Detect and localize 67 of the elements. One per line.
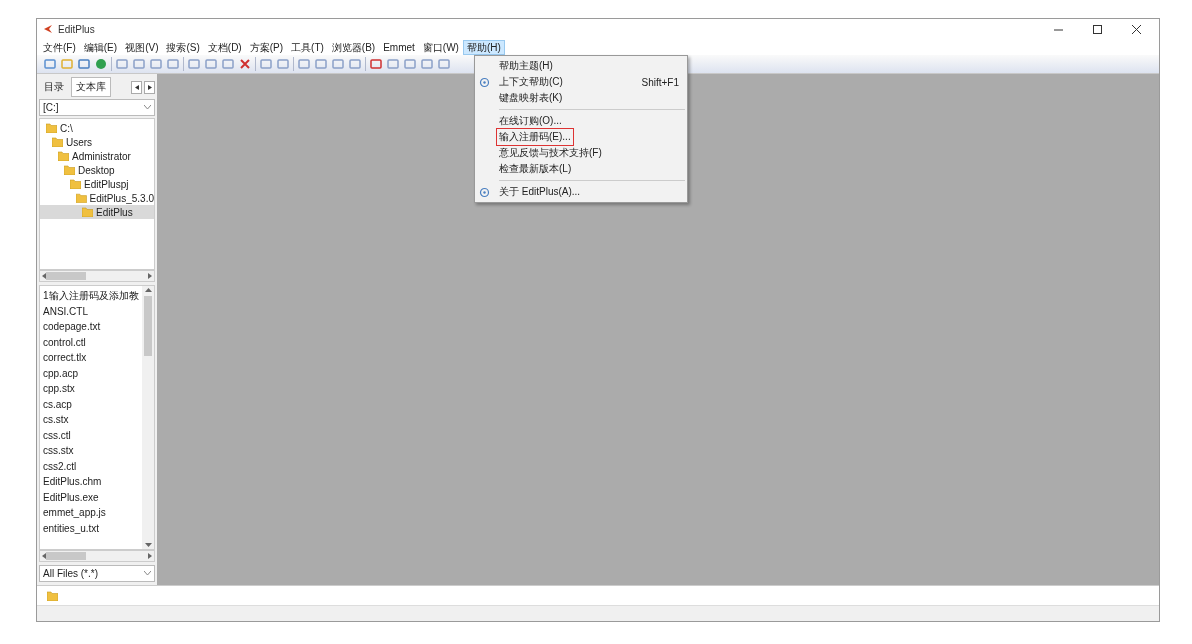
sidebar-tab[interactable]: 目录: [39, 77, 69, 97]
left-arrow-icon: [42, 273, 46, 279]
app-icon: [43, 24, 53, 34]
file-item[interactable]: cpp.acp: [43, 365, 142, 381]
menu-item[interactable]: 编辑(E): [79, 39, 122, 55]
scrollbar-thumb[interactable]: [144, 296, 152, 356]
vertical-scrollbar[interactable]: [142, 286, 154, 549]
sidebar-tab[interactable]: 文本库: [71, 77, 111, 97]
file-item[interactable]: 1输入注册码及添加教: [43, 288, 142, 304]
menu-item[interactable]: 浏览器(B): [327, 39, 380, 55]
file-item[interactable]: emmet_app.js: [43, 505, 142, 521]
left-arrow-icon: [42, 553, 46, 559]
file-item[interactable]: cs.stx: [43, 412, 142, 428]
tree-item[interactable]: Administrator: [40, 149, 154, 163]
menu-item[interactable]: 上下文帮助(C) Shift+F1: [475, 74, 687, 90]
drive-dropdown[interactable]: [C:]: [39, 99, 155, 116]
close-icon[interactable]: [238, 57, 252, 71]
right-arrow-icon: [147, 84, 152, 90]
tree-item[interactable]: EditPlus: [40, 205, 154, 219]
menu-item[interactable]: 关于 EditPlus(A)...: [475, 184, 687, 200]
file-item[interactable]: entities_u.txt: [43, 520, 142, 536]
file-item[interactable]: control.ctl: [43, 334, 142, 350]
menu-item[interactable]: 文件(F): [39, 39, 80, 55]
menu-item[interactable]: 方案(P): [245, 39, 288, 55]
file-item[interactable]: EditPlus.exe: [43, 489, 142, 505]
horizontal-scrollbar[interactable]: [39, 550, 155, 562]
tree-item[interactable]: EditPluspj: [40, 177, 154, 191]
menu-item[interactable]: 帮助主题(H): [475, 58, 687, 74]
menu-item[interactable]: 帮助(H): [462, 39, 505, 55]
file-item[interactable]: cpp.stx: [43, 381, 142, 397]
menu-item[interactable]: 在线订购(O)...: [475, 113, 687, 129]
tree-item[interactable]: C:\: [40, 121, 154, 135]
menu-item[interactable]: 检查最新版本(L): [475, 161, 687, 177]
close-icon: [1131, 24, 1141, 34]
file-item[interactable]: correct.tlx: [43, 350, 142, 366]
maximize-icon: [1092, 24, 1102, 34]
file-item[interactable]: codepage.txt: [43, 319, 142, 335]
chevron-down-icon: [144, 105, 151, 110]
right-arrow-icon: [148, 553, 152, 559]
left-arrow-icon: [134, 84, 139, 90]
tree-item[interactable]: EditPlus_5.3.0: [40, 191, 154, 205]
menu-item[interactable]: 键盘映射表(K): [475, 90, 687, 106]
menu-item[interactable]: 文档(D): [203, 39, 246, 55]
tree-item[interactable]: Users: [40, 135, 154, 149]
menu-item[interactable]: 视图(V): [121, 39, 163, 55]
up-arrow-icon: [144, 288, 152, 292]
file-item[interactable]: css.stx: [43, 443, 142, 459]
down-arrow-icon: [144, 543, 152, 547]
file-item[interactable]: css.ctl: [43, 427, 142, 443]
filter-dropdown[interactable]: All Files (*.*): [39, 565, 155, 582]
menu-item[interactable]: 输入注册码(E)...: [475, 129, 687, 145]
file-item[interactable]: ANSI.CTL: [43, 303, 142, 319]
window-title: EditPlus: [58, 23, 96, 35]
menu-item[interactable]: 窗口(W): [418, 39, 463, 55]
menu-item[interactable]: 工具(T): [287, 39, 328, 55]
file-item[interactable]: cs.acp: [43, 396, 142, 412]
file-item[interactable]: css2.ctl: [43, 458, 142, 474]
chevron-down-icon: [144, 571, 151, 576]
file-item[interactable]: EditPlus.chm: [43, 474, 142, 490]
right-arrow-icon: [148, 273, 152, 279]
menu-item[interactable]: Emmet: [379, 39, 419, 55]
tree-item[interactable]: Desktop: [40, 163, 154, 177]
horizontal-scrollbar[interactable]: [39, 270, 155, 282]
menu-item[interactable]: 意见反馈与技术支持(F): [475, 145, 687, 161]
right-arrow-button[interactable]: [144, 80, 155, 94]
left-arrow-button[interactable]: [131, 80, 142, 94]
menu-item[interactable]: 搜索(S): [162, 39, 204, 55]
